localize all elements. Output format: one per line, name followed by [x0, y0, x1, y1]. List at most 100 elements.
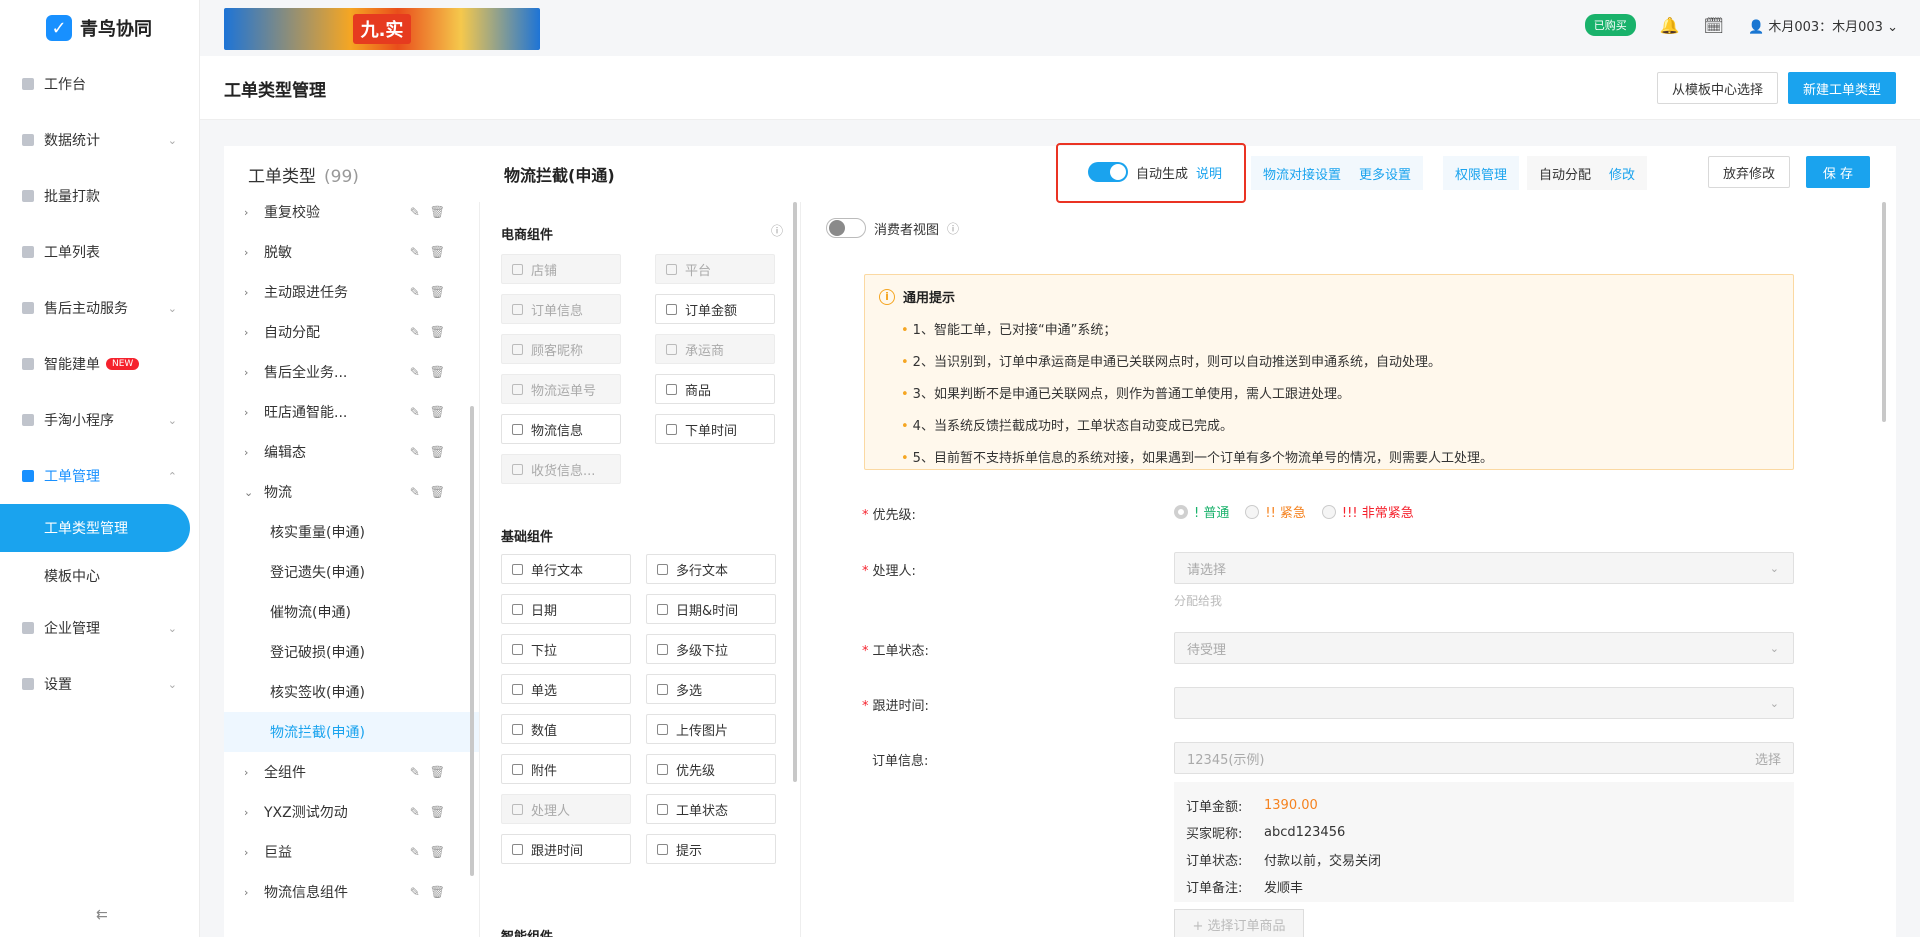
component-item[interactable]: 日期&时间 [646, 594, 776, 624]
user-menu[interactable]: 👤 木月003：木月003 ⌄ [1748, 16, 1898, 35]
chevron-right-icon[interactable]: › [244, 366, 264, 379]
tree-row[interactable]: › 脱敏 ✎🗑 [224, 232, 479, 272]
status-select[interactable]: 待受理 ⌄ [1174, 632, 1794, 664]
tree-scrollbar[interactable] [470, 406, 474, 876]
tree-row[interactable]: › 全组件 ✎🗑 [224, 752, 479, 792]
chevron-right-icon[interactable]: › [244, 886, 264, 899]
sidebar-item[interactable]: 设置 ⌄ [0, 656, 199, 712]
delete-icon[interactable]: 🗑 [430, 405, 455, 419]
follow-time-select[interactable]: ⌄ [1174, 687, 1794, 719]
promo-banner[interactable]: 九.实 [224, 8, 540, 50]
auto-generate-help-link[interactable]: 说明 [1196, 163, 1222, 182]
edit-icon[interactable]: ✎ [410, 365, 430, 379]
tree-child[interactable]: 催物流(申通) [224, 592, 479, 632]
edit-icon[interactable]: ✎ [410, 485, 430, 499]
add-product-button[interactable]: + 选择订单商品 [1174, 909, 1304, 937]
component-item[interactable]: 提示 [646, 834, 776, 864]
component-item[interactable]: 订单金额 [655, 294, 775, 324]
tree-row[interactable]: › 主动跟进任务 ✎🗑 [224, 272, 479, 312]
delete-icon[interactable]: 🗑 [430, 325, 455, 339]
assign-me-link[interactable]: 分配给我 [1174, 592, 1222, 609]
tree-child[interactable]: 登记遗失(申通) [224, 552, 479, 592]
component-item[interactable]: 上传图片 [646, 714, 776, 744]
delete-icon[interactable]: 🗑 [430, 445, 455, 459]
delete-icon[interactable]: 🗑 [430, 885, 455, 899]
sidebar-item[interactable]: 批量打款 [0, 168, 199, 224]
chevron-right-icon[interactable]: › [244, 766, 264, 779]
chevron-right-icon[interactable]: › [244, 406, 264, 419]
component-item[interactable]: 单行文本 [501, 554, 631, 584]
component-item[interactable]: 单选 [501, 674, 631, 704]
edit-icon[interactable]: ✎ [410, 325, 430, 339]
sidebar-item[interactable]: 智能建单 NEW [0, 336, 199, 392]
handler-select[interactable]: 请选择 ⌄ [1174, 552, 1794, 584]
edit-icon[interactable]: ✎ [410, 805, 430, 819]
delete-icon[interactable]: 🗑 [430, 805, 455, 819]
sidebar-item[interactable]: 数据统计 ⌄ [0, 112, 199, 168]
priority-radio[interactable]: !!! 非常紧急 [1321, 502, 1414, 521]
tree-row[interactable]: › 巨益 ✎🗑 [224, 832, 479, 872]
sidebar-item[interactable]: 工单管理 ⌃ [0, 448, 199, 504]
sidebar-subitem[interactable]: 工单类型管理 [0, 504, 190, 552]
delete-icon[interactable]: 🗑 [430, 365, 455, 379]
delete-icon[interactable]: 🗑 [430, 845, 455, 859]
component-item[interactable]: 跟进时间 [501, 834, 631, 864]
save-button[interactable]: 保 存 [1806, 156, 1870, 188]
tree-row[interactable]: › 旺店通智能... ✎🗑 [224, 392, 479, 432]
order-select-link[interactable]: 选择 [1755, 749, 1781, 768]
sidebar-subitem[interactable]: 模板中心 [0, 552, 199, 600]
palette-scrollbar[interactable] [793, 202, 797, 782]
edit-icon[interactable]: ✎ [410, 845, 430, 859]
sidebar-item[interactable]: 企业管理 ⌄ [0, 600, 199, 656]
app-logo[interactable]: ✓ 青鸟协同 [0, 0, 199, 56]
delete-icon[interactable]: 🗑 [430, 245, 455, 259]
sidebar-item[interactable]: 售后主动服务 ⌄ [0, 280, 199, 336]
more-settings-button[interactable]: 更多设置 [1347, 156, 1424, 190]
auto-generate-toggle[interactable] [1088, 162, 1128, 182]
component-item[interactable]: 数值 [501, 714, 631, 744]
sidebar-item[interactable]: 工单列表 [0, 224, 199, 280]
tree-child[interactable]: 核实签收(申通) [224, 672, 479, 712]
sidebar-item[interactable]: 工作台 [0, 56, 199, 112]
logistics-settings-button[interactable]: 物流对接设置 [1251, 156, 1354, 190]
tree-row[interactable]: › 编辑态 ✎🗑 [224, 432, 479, 472]
delete-icon[interactable]: 🗑 [430, 485, 455, 499]
order-input[interactable]: 12345(示例) 选择 [1174, 742, 1794, 774]
info-icon[interactable]: ⓘ [947, 220, 959, 237]
component-item[interactable]: 物流信息 [501, 414, 621, 444]
chevron-right-icon[interactable]: › [244, 326, 264, 339]
info-icon[interactable]: ⓘ [771, 222, 783, 239]
bell-icon[interactable]: 🔔 [1660, 16, 1680, 35]
tree-child[interactable]: 登记破损(申通) [224, 632, 479, 672]
consumer-view-toggle[interactable] [826, 218, 866, 238]
tree-row[interactable]: ⌄ 物流 ✎🗑 [224, 472, 479, 512]
sidebar-item[interactable]: 手淘小程序 ⌄ [0, 392, 199, 448]
chevron-right-icon[interactable]: › [244, 286, 264, 299]
priority-radio[interactable]: ! 普通 [1174, 502, 1229, 521]
delete-icon[interactable]: 🗑 [430, 285, 455, 299]
priority-radio[interactable]: !! 紧急 [1245, 502, 1306, 521]
tree-child[interactable]: 核实重量(申通) [224, 512, 479, 552]
edit-icon[interactable]: ✎ [410, 245, 430, 259]
chevron-down-icon[interactable]: ⌄ [244, 486, 264, 499]
component-item[interactable]: 多选 [646, 674, 776, 704]
edit-icon[interactable]: ✎ [410, 765, 430, 779]
discard-button[interactable]: 放弃修改 [1708, 156, 1791, 188]
chevron-right-icon[interactable]: › [244, 806, 264, 819]
delete-icon[interactable]: 🗑 [430, 765, 455, 779]
component-item[interactable]: 多级下拉 [646, 634, 776, 664]
chevron-right-icon[interactable]: › [244, 206, 264, 219]
new-type-button[interactable]: 新建工单类型 [1787, 72, 1896, 104]
template-select-button[interactable]: 从模板中心选择 [1656, 72, 1778, 104]
permission-button[interactable]: 权限管理 [1443, 156, 1520, 190]
tree-row[interactable]: › 重复校验 ✎🗑 [224, 202, 479, 232]
tree-row[interactable]: › 自动分配 ✎🗑 [224, 312, 479, 352]
delete-icon[interactable]: 🗑 [430, 205, 455, 219]
edit-icon[interactable]: ✎ [410, 445, 430, 459]
edit-icon[interactable]: ✎ [410, 885, 430, 899]
edit-icon[interactable]: ✎ [410, 405, 430, 419]
collapse-sidebar-icon[interactable]: ⇇ [96, 907, 108, 923]
component-item[interactable]: 工单状态 [646, 794, 776, 824]
component-item[interactable]: 下单时间 [655, 414, 775, 444]
component-item[interactable]: 多行文本 [646, 554, 776, 584]
